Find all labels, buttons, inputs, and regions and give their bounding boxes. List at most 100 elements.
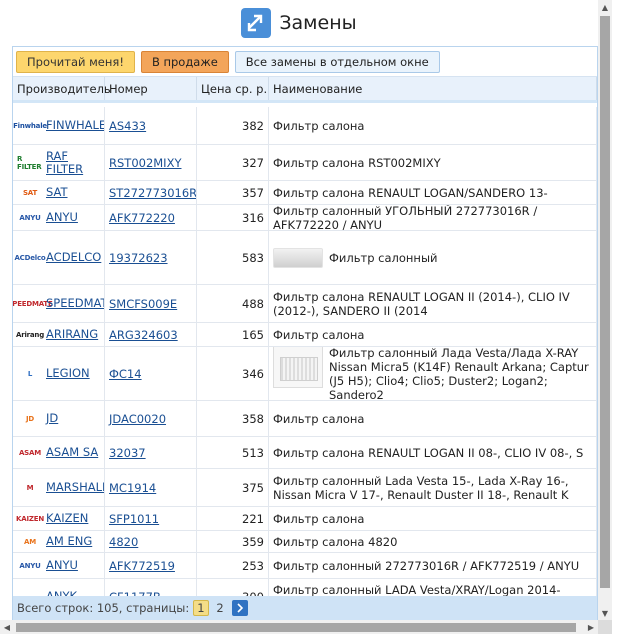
- table-row[interactable]: ANYK CF1177B 300 Фильтр салонный LADA Vesta…: [13, 579, 597, 597]
- table-row[interactable]: R FILTER RAF FILTER RST002MIXY 327 Фильтр са…: [13, 145, 597, 181]
- manufacturer-link[interactable]: ACDELCO: [46, 251, 101, 264]
- part-number-link[interactable]: AS433: [109, 119, 146, 133]
- manufacturer-link[interactable]: JD: [46, 412, 58, 425]
- scroll-right-arrow-icon[interactable]: ▶: [584, 620, 598, 634]
- part-number-link[interactable]: AFK772519: [109, 559, 175, 573]
- next-page-button[interactable]: [231, 600, 248, 616]
- part-number-link[interactable]: 32037: [109, 446, 146, 460]
- product-thumbnail[interactable]: [273, 247, 323, 268]
- page-2-button[interactable]: 2: [213, 600, 228, 616]
- description-wrapper: Фильтр салонный УГОЛЬНЫЙ 272773016R / AF…: [273, 205, 592, 230]
- manufacturer-logo: ASAM: [18, 448, 42, 457]
- manufacturer-link[interactable]: ARIRANG: [46, 328, 98, 341]
- part-number-link[interactable]: JDAC0020: [109, 412, 166, 426]
- part-number-link[interactable]: 4820: [109, 535, 138, 549]
- manufacturer-cell: KAIZEN KAIZEN: [13, 507, 105, 530]
- manufacturer-link[interactable]: SAT: [46, 186, 68, 199]
- part-number-link[interactable]: SFP1011: [109, 512, 159, 526]
- scroll-up-arrow-icon[interactable]: ▲: [598, 0, 612, 14]
- table-row[interactable]: SAT SAT ST272773016R 357 Фильтр салона RENAU…: [13, 181, 597, 205]
- description-cell: Фильтр салонный Lada Vesta 15-, Lada X-R…: [269, 469, 597, 506]
- description-cell: Фильтр салона: [269, 507, 597, 530]
- manufacturer-link[interactable]: AM ENG: [46, 535, 92, 548]
- manufacturer-logo: Finwhale: [13, 121, 47, 130]
- part-number-link[interactable]: 19372623: [109, 251, 168, 265]
- table-row[interactable]: ACDelco ACDELCO 19372623 583 Фильтр салонный: [13, 231, 597, 285]
- table-header: Производитель Номер Цена ср. р. Наименов…: [13, 77, 597, 103]
- manufacturer-link[interactable]: FINWHALE: [46, 119, 104, 132]
- manufacturer-cell: L LEGION: [13, 347, 105, 400]
- row-count-text: Всего строк: 105, страницы:: [17, 601, 190, 615]
- manufacturer-cell: JD JD: [13, 401, 105, 436]
- table-row[interactable]: ASAM ASAM SA 32037 513 Фильтр салона RENAULT…: [13, 437, 597, 469]
- part-number-link[interactable]: RST002MIXY: [109, 156, 181, 170]
- column-header-number[interactable]: Номер: [105, 77, 197, 100]
- part-number-link[interactable]: ФС14: [109, 367, 142, 381]
- column-header-manufacturer[interactable]: Производитель: [13, 77, 111, 100]
- manufacturer-link[interactable]: LEGION: [46, 367, 90, 380]
- page-title: Замены: [279, 12, 357, 34]
- description-text: Фильтр салона: [273, 511, 365, 526]
- manufacturer-link[interactable]: ANYU: [46, 211, 78, 224]
- part-number-link[interactable]: ARG324603: [109, 328, 178, 342]
- scroll-down-arrow-icon[interactable]: ▼: [598, 606, 612, 620]
- manufacturer-cell: ASAM ASAM SA: [13, 437, 105, 468]
- manufacturer-cell: R FILTER RAF FILTER: [13, 145, 105, 180]
- price-cell: 488: [197, 285, 269, 322]
- part-number-cell: 32037: [105, 437, 197, 468]
- table-row[interactable]: KAIZEN KAIZEN SFP1011 221 Фильтр салона: [13, 507, 597, 531]
- table-body: Finwhale FINWHALE AS433 382 Фильтр салона R F…: [13, 107, 597, 597]
- price-cell: 583: [197, 231, 269, 284]
- description-text: Фильтр салона 4820: [273, 534, 398, 549]
- part-number-link[interactable]: AFK772220: [109, 211, 175, 225]
- table-row[interactable]: AM AM ENG 4820 359 Фильтр салона 4820: [13, 531, 597, 553]
- table-row[interactable]: M MARSHALL MC1914 375 Фильтр салонный Lada V…: [13, 469, 597, 507]
- description-wrapper: Фильтр салона: [273, 412, 364, 426]
- table-row[interactable]: L LEGION ФС14 346 Фильтр салонный Лада Vesta…: [13, 347, 597, 401]
- table-row[interactable]: SPEEDMATESPEEDMATE SMCFS009E 488Фильтр сал…: [13, 285, 597, 323]
- readme-button[interactable]: Прочитай меня!: [16, 50, 135, 73]
- table-row[interactable]: ANYU ANYU AFK772220 316 Фильтр салонный УГОЛ…: [13, 205, 597, 231]
- part-number-cell: RST002MIXY: [105, 145, 197, 180]
- page-1-button[interactable]: 1: [193, 600, 209, 616]
- vertical-scrollbar[interactable]: ▲ ▼: [598, 0, 612, 620]
- price-cell: 327: [197, 145, 269, 180]
- part-number-link[interactable]: MC1914: [109, 481, 156, 495]
- manufacturer-logo: L: [27, 369, 33, 378]
- table-row[interactable]: Finwhale FINWHALE AS433 382 Фильтр салона: [13, 107, 597, 145]
- manufacturer-link[interactable]: KAIZEN: [46, 512, 88, 525]
- manufacturer-logo: ANYU: [19, 561, 41, 570]
- all-replacements-window-button[interactable]: Все замены в отдельном окне: [234, 50, 440, 73]
- manufacturer-link[interactable]: ANYU: [46, 559, 78, 572]
- product-thumbnail[interactable]: [273, 347, 323, 388]
- part-number-link[interactable]: SMCFS009E: [109, 297, 177, 311]
- description-wrapper: Фильтр салонный LADA Vesta/XRAY/Logan 20…: [273, 583, 592, 598]
- vertical-scroll-thumb[interactable]: [600, 16, 610, 588]
- part-number-cell: SFP1011: [105, 507, 197, 530]
- horizontal-scroll-thumb[interactable]: [16, 623, 576, 632]
- description-cell: Фильтр салона: [269, 107, 597, 144]
- description-wrapper: Фильтр салона 4820: [273, 535, 397, 549]
- part-number-cell: ST272773016R: [105, 181, 197, 204]
- table-row[interactable]: JD JD JDAC0020 358 Фильтр салона: [13, 401, 597, 437]
- table-row[interactable]: ANYU ANYU AFK772519 253 Фильтр салонный 2727…: [13, 553, 597, 579]
- horizontal-scrollbar[interactable]: ◀ ▶: [0, 620, 612, 634]
- description-cell: Фильтр салонный: [269, 231, 597, 284]
- description-cell: Фильтр салона RENAULT LOGAN/SANDERO 13-: [269, 181, 597, 204]
- price-cell: 221: [197, 507, 269, 530]
- column-header-price[interactable]: Цена ср. р.: [197, 77, 269, 100]
- manufacturer-link[interactable]: SPEEDMATE: [46, 297, 104, 310]
- header: Замены: [0, 0, 598, 46]
- manufacturer-link[interactable]: RAF FILTER: [46, 149, 100, 176]
- description-wrapper: Фильтр салонный Лада Vesta/Лада X-RAY Ni…: [273, 347, 592, 400]
- table-row[interactable]: Arirang ARIRANG ARG324603 165 Фильтр салона: [13, 323, 597, 347]
- part-number-cell: AFK772519: [105, 553, 197, 578]
- manufacturer-link[interactable]: ASAM SA: [46, 446, 98, 459]
- manufacturer-link[interactable]: MARSHALL: [46, 481, 104, 494]
- column-header-name[interactable]: Наименование: [269, 77, 597, 100]
- scroll-left-arrow-icon[interactable]: ◀: [0, 620, 14, 634]
- manufacturer-cell: ANYK: [13, 579, 105, 597]
- part-number-cell: AFK772220: [105, 205, 197, 230]
- in-stock-button[interactable]: В продаже: [140, 50, 229, 73]
- part-number-link[interactable]: ST272773016R: [109, 186, 196, 200]
